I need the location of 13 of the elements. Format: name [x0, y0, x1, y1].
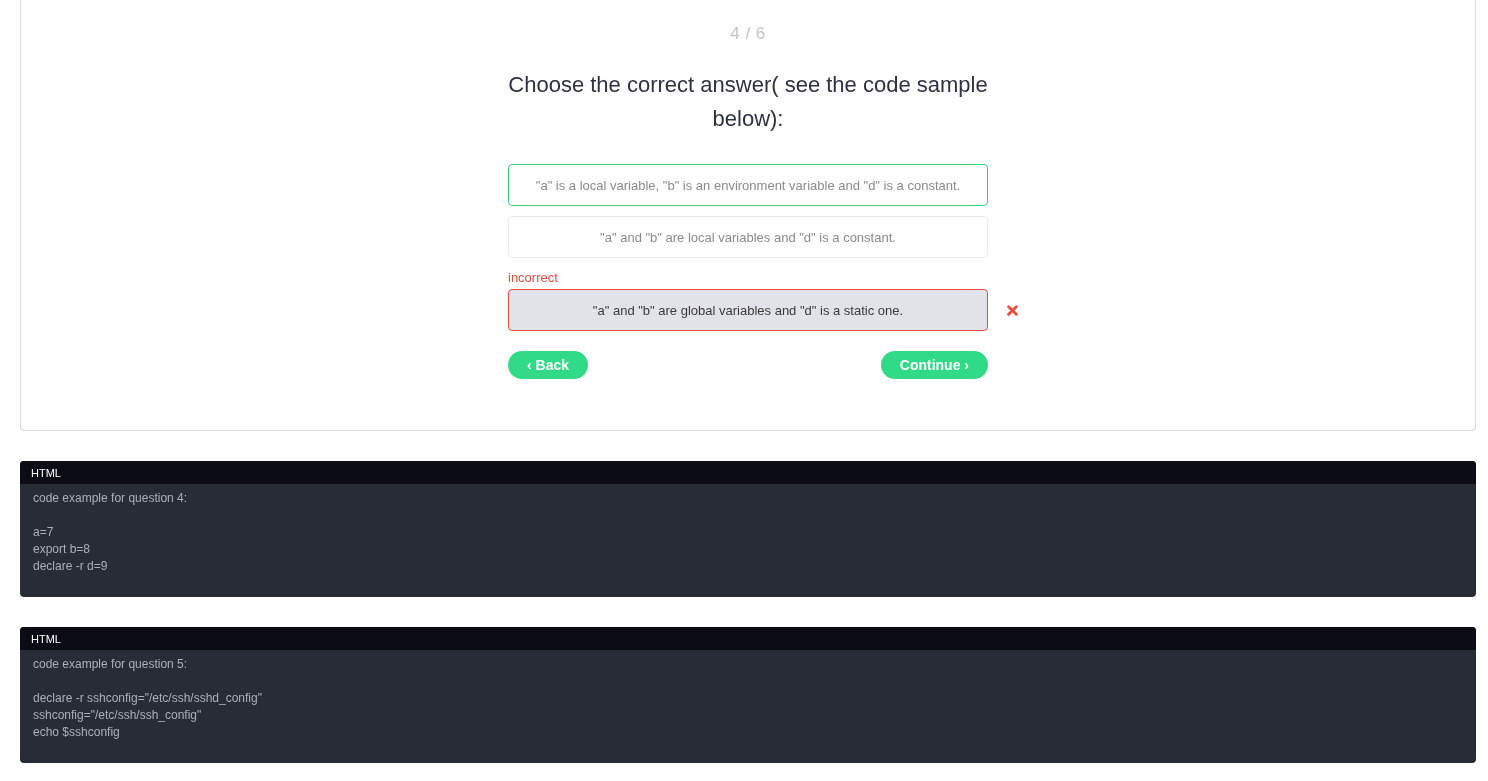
language-label: HTML [31, 632, 61, 645]
answer-option[interactable]: "a" and "b" are global variables and "d" is a static one. [508, 289, 988, 331]
code-text: code example for question 5: declare -r sshconfig="/etc/ssh/sshd_config" sshconfig="/etc/ssh/ssh_config" echo $sshconfig [33, 656, 263, 741]
feedback-label: incorrect [508, 270, 558, 286]
answer-option[interactable]: "a" is a local variable, "b" is an environment variable and "d" is a constant. [508, 164, 988, 206]
question-text: Choose the correct answer( see the code sample below): [507, 71, 989, 133]
progress-counter: 4 / 6 [730, 23, 766, 45]
continue-button[interactable]: Continue › [880, 351, 988, 379]
cross-icon [1007, 304, 1018, 316]
answer-option[interactable]: "a" and "b" are local variables and "d" is a constant. [508, 216, 988, 258]
back-button[interactable]: ‹ Back [508, 351, 589, 379]
code-text: code example for question 4: a=7 export b=8 declare -r d=9 [33, 490, 189, 575]
language-label: HTML [31, 466, 61, 479]
